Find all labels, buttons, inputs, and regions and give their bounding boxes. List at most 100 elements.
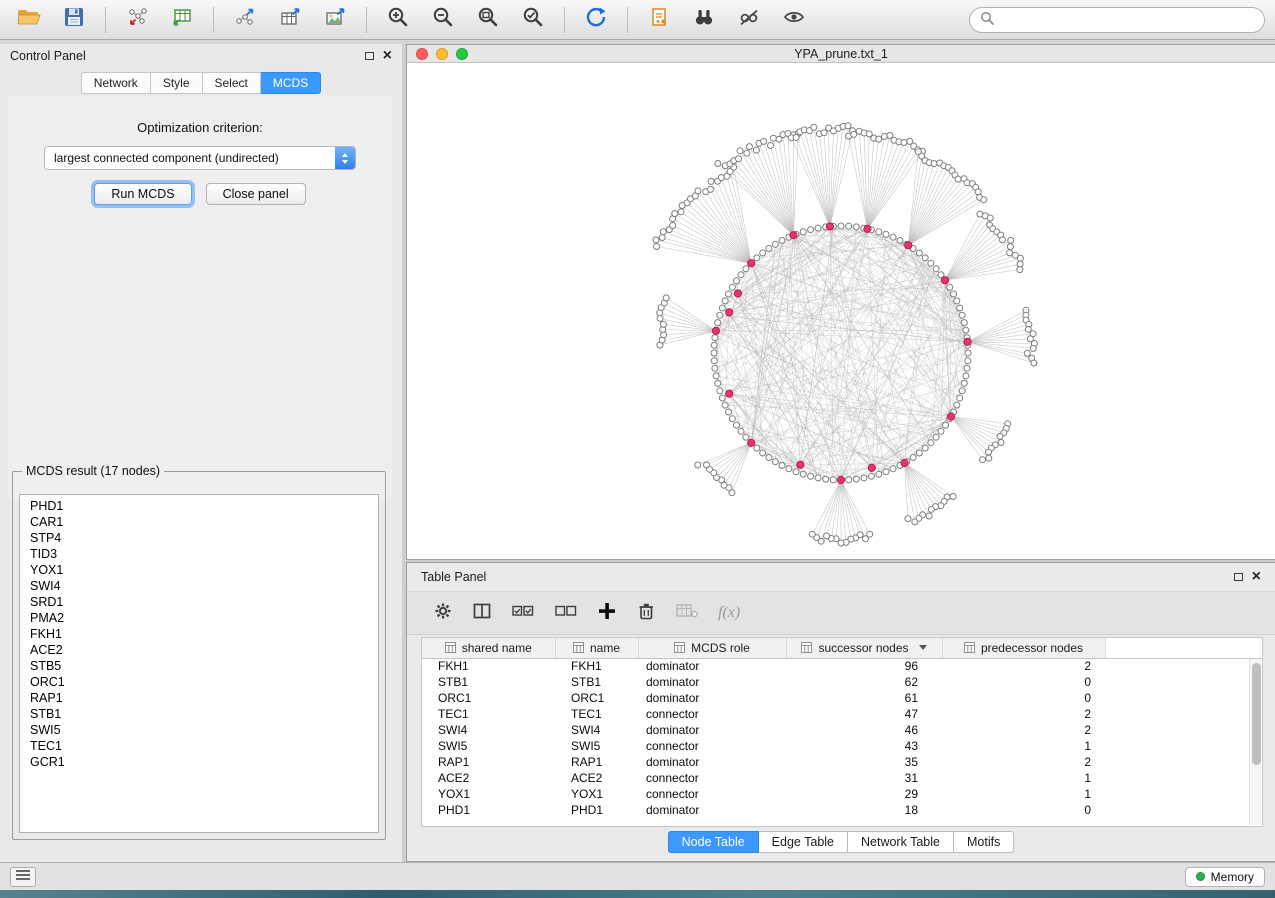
mcds-result-item[interactable]: TEC1	[20, 738, 378, 754]
column-header-predecessor-nodes[interactable]: predecessor nodes	[942, 638, 1105, 658]
cell-predecessors[interactable]: 2	[942, 658, 1105, 674]
cell-successors[interactable]: 31	[786, 770, 942, 786]
close-panel-button[interactable]: Close panel	[206, 183, 306, 205]
close-window-button[interactable]	[416, 48, 428, 60]
open-session-button[interactable]	[10, 4, 48, 36]
network-canvas[interactable]	[407, 63, 1275, 559]
import-table-button[interactable]	[163, 4, 201, 36]
show-graphics-details-button[interactable]	[775, 4, 813, 36]
cell-role[interactable]: dominator	[638, 674, 786, 690]
table-row[interactable]: SWI4SWI4dominator462	[422, 722, 1262, 738]
table-row[interactable]: RAP1RAP1dominator352	[422, 754, 1262, 770]
table-row[interactable]: TEC1TEC1connector472	[422, 706, 1262, 722]
mcds-result-item[interactable]: FKH1	[20, 626, 378, 642]
table-row[interactable]: STB1STB1dominator620	[422, 674, 1262, 690]
network-window-titlebar[interactable]: YPA_prune.txt_1	[407, 45, 1275, 63]
cell-role[interactable]: dominator	[638, 754, 786, 770]
control-tab-select[interactable]: Select	[203, 72, 261, 94]
table-tab-edge-table[interactable]: Edge Table	[759, 831, 848, 853]
mcds-result-item[interactable]: RAP1	[20, 690, 378, 706]
export-image-button[interactable]	[316, 4, 354, 36]
mcds-result-item[interactable]: GCR1	[20, 754, 378, 770]
search-input[interactable]	[1000, 13, 1254, 27]
export-network-button[interactable]	[226, 4, 264, 36]
import-network-button[interactable]	[118, 4, 156, 36]
mcds-result-item[interactable]: ACE2	[20, 642, 378, 658]
memory-button[interactable]: Memory	[1185, 867, 1265, 887]
zoom-out-button[interactable]	[424, 4, 462, 36]
cell-role[interactable]: dominator	[638, 722, 786, 738]
cell-successors[interactable]: 29	[786, 786, 942, 802]
table-row[interactable]: FKH1FKH1dominator962	[422, 658, 1262, 674]
cell-shared_name[interactable]: YOX1	[422, 786, 555, 802]
cell-role[interactable]: dominator	[638, 690, 786, 706]
cell-successors[interactable]: 96	[786, 658, 942, 674]
cell-shared_name[interactable]: PHD1	[422, 802, 555, 818]
close-table-panel-button[interactable]: ×	[1252, 569, 1261, 585]
zoom-in-button[interactable]	[379, 4, 417, 36]
deselect-all-rows-button[interactable]	[554, 601, 578, 626]
column-header-shared-name[interactable]: shared name	[422, 638, 555, 658]
mcds-result-item[interactable]: SRD1	[20, 594, 378, 610]
cell-shared_name[interactable]: STB1	[422, 674, 555, 690]
cell-predecessors[interactable]: 2	[942, 706, 1105, 722]
close-panel-x-button[interactable]: ×	[383, 48, 392, 64]
cell-successors[interactable]: 43	[786, 738, 942, 754]
cell-name[interactable]: STB1	[555, 674, 638, 690]
mcds-result-item[interactable]: YOX1	[20, 562, 378, 578]
cell-predecessors[interactable]: 1	[942, 738, 1105, 754]
maximize-window-button[interactable]	[456, 48, 468, 60]
table-tab-motifs[interactable]: Motifs	[954, 831, 1014, 853]
control-tab-network[interactable]: Network	[81, 72, 151, 94]
cell-predecessors[interactable]: 1	[942, 786, 1105, 802]
column-header-name[interactable]: name	[555, 638, 638, 658]
cell-shared_name[interactable]: RAP1	[422, 754, 555, 770]
cell-role[interactable]: dominator	[638, 802, 786, 818]
cell-role[interactable]: connector	[638, 770, 786, 786]
cell-role[interactable]: dominator	[638, 658, 786, 674]
control-tab-style[interactable]: Style	[151, 72, 203, 94]
table-tab-node-table[interactable]: Node Table	[668, 831, 759, 853]
column-header-MCDS-role[interactable]: MCDS role	[638, 638, 786, 658]
cell-successors[interactable]: 18	[786, 802, 942, 818]
cell-shared_name[interactable]: TEC1	[422, 706, 555, 722]
task-history-button[interactable]	[10, 867, 36, 887]
run-mcds-button[interactable]: Run MCDS	[94, 183, 191, 205]
cell-name[interactable]: TEC1	[555, 706, 638, 722]
network-canvas-svg[interactable]	[407, 63, 1275, 561]
table-row[interactable]: ORC1ORC1dominator610	[422, 690, 1262, 706]
cell-name[interactable]: RAP1	[555, 754, 638, 770]
function-builder-button[interactable]: f(x)	[718, 604, 740, 622]
table-row[interactable]: SWI5SWI5connector431	[422, 738, 1262, 754]
mcds-result-item[interactable]: PMA2	[20, 610, 378, 626]
cell-name[interactable]: SWI5	[555, 738, 638, 754]
cell-name[interactable]: PHD1	[555, 802, 638, 818]
float-table-panel-button[interactable]	[1234, 573, 1243, 581]
share-document-button[interactable]	[640, 4, 678, 36]
cell-successors[interactable]: 46	[786, 722, 942, 738]
table-row[interactable]: PHD1PHD1dominator180	[422, 802, 1262, 818]
show-columns-button[interactable]	[472, 601, 492, 626]
mcds-result-item[interactable]: ORC1	[20, 674, 378, 690]
cell-name[interactable]: ORC1	[555, 690, 638, 706]
refresh-view-button[interactable]	[577, 4, 615, 36]
minimize-window-button[interactable]	[436, 48, 448, 60]
mcds-result-item[interactable]: SWI4	[20, 578, 378, 594]
delete-column-button[interactable]	[636, 601, 656, 626]
select-all-rows-button[interactable]	[511, 601, 535, 626]
hide-graphics-details-button[interactable]	[730, 4, 768, 36]
cell-predecessors[interactable]: 1	[942, 770, 1105, 786]
cell-predecessors[interactable]: 0	[942, 802, 1105, 818]
table-tab-network-table[interactable]: Network Table	[848, 831, 954, 853]
cell-predecessors[interactable]: 0	[942, 674, 1105, 690]
mcds-result-item[interactable]: STB1	[20, 706, 378, 722]
optimization-criterion-select[interactable]: largest connected component (undirected)	[44, 146, 356, 170]
find-nodes-button[interactable]	[685, 4, 723, 36]
cell-successors[interactable]: 62	[786, 674, 942, 690]
table-row[interactable]: YOX1YOX1connector291	[422, 786, 1262, 802]
add-column-button[interactable]	[597, 601, 617, 626]
cell-role[interactable]: connector	[638, 738, 786, 754]
mcds-result-list[interactable]: PHD1CAR1STP4TID3YOX1SWI4SRD1PMA2FKH1ACE2…	[19, 494, 379, 833]
table-settings-button[interactable]	[433, 601, 453, 626]
column-header-successor-nodes[interactable]: successor nodes	[786, 638, 942, 658]
